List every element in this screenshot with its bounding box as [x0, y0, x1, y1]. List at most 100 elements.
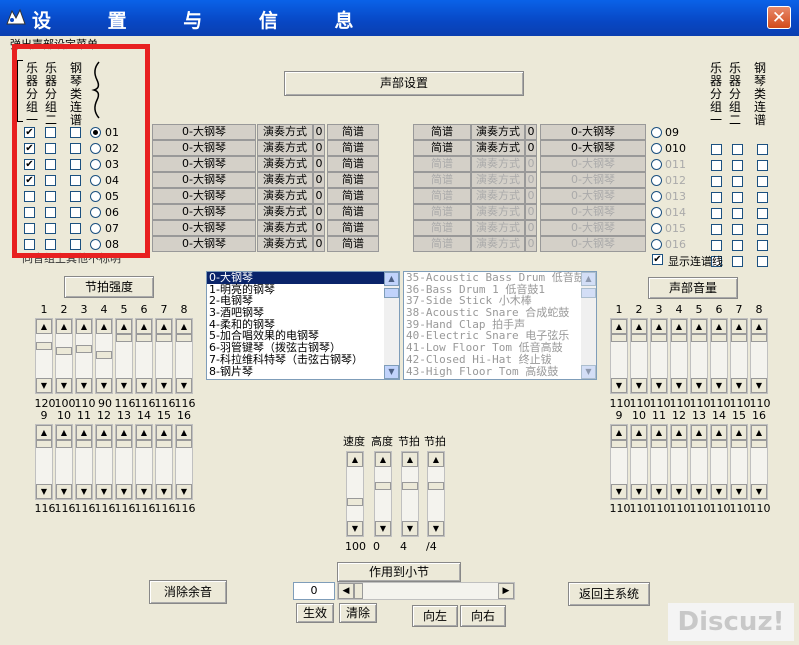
slider-up-icon[interactable]: ▲ — [691, 425, 707, 440]
instrument-cell[interactable]: 0-大钢琴 — [540, 156, 646, 172]
instrument-cell[interactable]: 0-大钢琴 — [152, 124, 256, 140]
legato-checkbox[interactable] — [757, 208, 768, 219]
legato-checkbox[interactable] — [757, 160, 768, 171]
channel-radio[interactable] — [651, 159, 662, 170]
notation-button[interactable]: 简谱 — [327, 124, 379, 140]
slider-down-icon[interactable]: ▼ — [751, 484, 767, 499]
instrument-listbox[interactable]: 0-大钢琴 1-明亮的钢琴 2-电钢琴 3-酒吧钢琴 4-柔和的钢琴 5-加合唱效果的电钢… — [206, 271, 400, 380]
play-mode-value[interactable]: 0 — [313, 140, 325, 156]
level-slider[interactable]: ▲ ▼ — [750, 424, 768, 500]
group1-checkbox[interactable] — [711, 160, 722, 171]
play-mode-value[interactable]: 0 — [525, 156, 537, 172]
notation-button[interactable]: 简谱 — [413, 188, 471, 204]
slider-down-icon[interactable]: ▼ — [36, 378, 52, 393]
level-slider[interactable]: ▲ ▼ — [75, 424, 93, 500]
slider-thumb[interactable] — [711, 334, 727, 342]
slider-down-icon[interactable]: ▼ — [76, 378, 92, 393]
group1-checkbox[interactable] — [711, 176, 722, 187]
slider-down-icon[interactable]: ▼ — [136, 378, 152, 393]
play-mode-value[interactable]: 0 — [313, 156, 325, 172]
slider-up-icon[interactable]: ▲ — [116, 425, 132, 440]
slider-thumb[interactable] — [56, 440, 72, 448]
slider-down-icon[interactable]: ▼ — [428, 521, 444, 536]
instrument-cell[interactable]: 0-大钢琴 — [152, 220, 256, 236]
slider-thumb[interactable] — [56, 347, 72, 355]
level-slider[interactable]: ▲ ▼ — [710, 318, 728, 394]
slider-thumb[interactable] — [36, 342, 52, 350]
slider-up-icon[interactable]: ▲ — [176, 319, 192, 334]
level-slider[interactable]: ▲ ▼ — [730, 318, 748, 394]
slider-up-icon[interactable]: ▲ — [96, 319, 112, 334]
legato-checkbox[interactable] — [757, 192, 768, 203]
level-slider[interactable]: ▲ ▼ — [135, 424, 153, 500]
group1-checkbox[interactable] — [711, 192, 722, 203]
level-slider[interactable]: ▲ ▼ — [55, 424, 73, 500]
slider-down-icon[interactable]: ▼ — [751, 378, 767, 393]
apply-button[interactable]: 生效 — [296, 603, 334, 623]
level-slider[interactable]: ▲ ▼ — [75, 318, 93, 394]
group2-checkbox[interactable] — [732, 208, 743, 219]
scroll-right-icon[interactable]: ▶ — [498, 583, 514, 599]
group1-checkbox[interactable] — [711, 208, 722, 219]
clear-reverb-button[interactable]: 消除余音 — [149, 580, 227, 604]
slider-up-icon[interactable]: ▲ — [711, 319, 727, 334]
slider-thumb[interactable] — [651, 440, 667, 448]
slider-up-icon[interactable]: ▲ — [36, 425, 52, 440]
level-slider[interactable]: ▲ ▼ — [115, 424, 133, 500]
slider-up-icon[interactable]: ▲ — [156, 319, 172, 334]
group2-checkbox[interactable] — [732, 160, 743, 171]
scroll-up-icon[interactable]: ▲ — [581, 272, 596, 286]
level-slider[interactable]: ▲ ▼ — [55, 318, 73, 394]
slider-down-icon[interactable]: ▼ — [631, 378, 647, 393]
slider-down-icon[interactable]: ▼ — [671, 378, 687, 393]
notation-button[interactable]: 简谱 — [327, 204, 379, 220]
slider-thumb[interactable] — [347, 498, 363, 506]
group2-checkbox[interactable] — [732, 144, 743, 155]
level-slider[interactable]: ▲ ▼ — [750, 318, 768, 394]
instrument-cell[interactable]: 0-大钢琴 — [152, 140, 256, 156]
notation-button[interactable]: 简谱 — [327, 156, 379, 172]
level-slider[interactable]: ▲ ▼ — [175, 318, 193, 394]
play-mode-value[interactable]: 0 — [525, 204, 537, 220]
slider-down-icon[interactable]: ▼ — [711, 484, 727, 499]
legato-checkbox[interactable] — [757, 256, 768, 267]
list-item[interactable]: 38-Acoustic Snare 合成蛇鼓 — [404, 307, 596, 319]
level-slider[interactable]: ▲ ▼ — [175, 424, 193, 500]
slider-up-icon[interactable]: ▲ — [611, 319, 627, 334]
slider-down-icon[interactable]: ▼ — [176, 484, 192, 499]
group1-checkbox[interactable] — [711, 240, 722, 251]
list-item[interactable]: 42-Closed Hi-Hat 终止钹 — [404, 354, 596, 366]
return-main-button[interactable]: 返回主系统 — [568, 582, 650, 606]
slider-thumb[interactable] — [96, 440, 112, 448]
level-slider[interactable]: ▲ ▼ — [730, 424, 748, 500]
slider-up-icon[interactable]: ▲ — [651, 425, 667, 440]
slider-up-icon[interactable]: ▲ — [731, 319, 747, 334]
slider-thumb[interactable] — [731, 334, 747, 342]
slider-thumb[interactable] — [671, 440, 687, 448]
level-slider[interactable]: ▲ ▼ — [650, 424, 668, 500]
channel-radio[interactable] — [651, 143, 662, 154]
notation-button[interactable]: 简谱 — [413, 220, 471, 236]
instrument-list-scrollbar[interactable]: ▲ ▼ — [384, 272, 399, 379]
instrument-cell[interactable]: 0-大钢琴 — [540, 236, 646, 252]
group1-checkbox[interactable] — [711, 144, 722, 155]
level-slider[interactable]: ▲ ▼ — [650, 318, 668, 394]
slider-down-icon[interactable]: ▼ — [375, 521, 391, 536]
slider-thumb[interactable] — [156, 440, 172, 448]
level-slider[interactable]: ▲ ▼ — [95, 318, 113, 394]
notation-button[interactable]: 简谱 — [413, 172, 471, 188]
slider-down-icon[interactable]: ▼ — [711, 378, 727, 393]
level-slider[interactable]: ▲ ▼ — [710, 424, 728, 500]
slider-down-icon[interactable]: ▼ — [36, 484, 52, 499]
slider-up-icon[interactable]: ▲ — [731, 425, 747, 440]
play-mode-value[interactable]: 0 — [525, 220, 537, 236]
slider-up-icon[interactable]: ▲ — [611, 425, 627, 440]
notation-button[interactable]: 简谱 — [413, 124, 471, 140]
tempo-slider[interactable]: ▲ ▼ — [401, 451, 419, 537]
slider-thumb[interactable] — [671, 334, 687, 342]
slider-thumb[interactable] — [116, 334, 132, 342]
slider-down-icon[interactable]: ▼ — [156, 484, 172, 499]
slider-thumb[interactable] — [156, 334, 172, 342]
instrument-cell[interactable]: 0-大钢琴 — [152, 204, 256, 220]
slider-up-icon[interactable]: ▲ — [56, 319, 72, 334]
